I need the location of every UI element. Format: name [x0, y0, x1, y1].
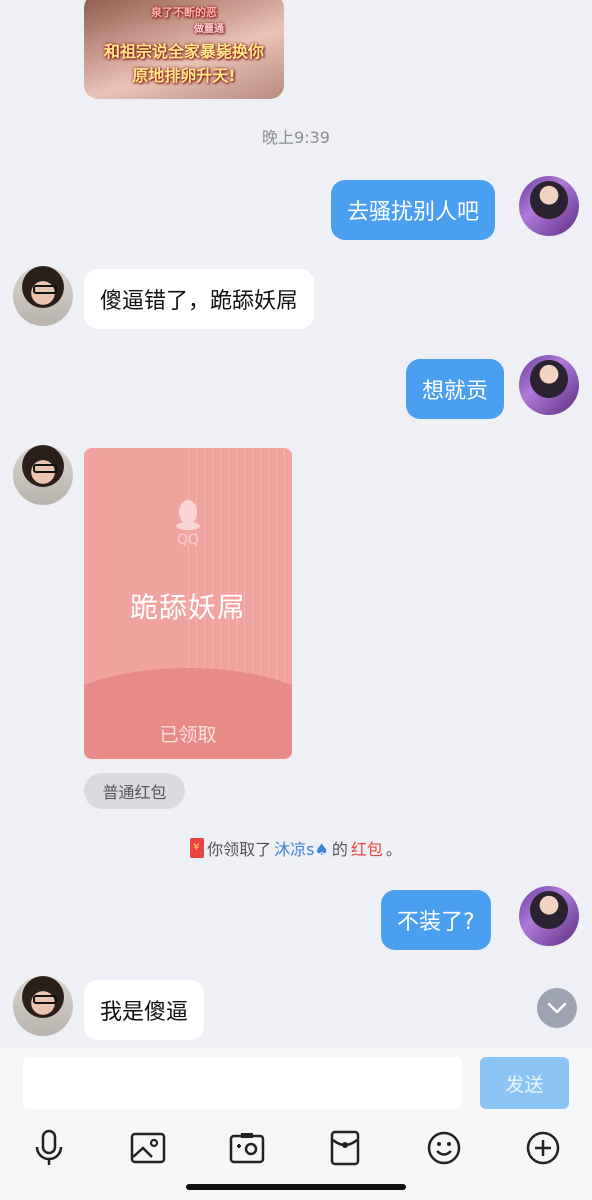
avatar-contact[interactable]	[13, 445, 73, 505]
chevron-down-icon	[547, 1002, 567, 1014]
message-bubble-self[interactable]: 想就贡	[406, 359, 505, 419]
packet-brand: QQ	[176, 532, 200, 548]
plus-icon[interactable]	[523, 1128, 563, 1168]
image-message[interactable]: 泉了不断的恶 做噩通 和祖宗说全家暴毙换你 原地排卵升天!	[84, 0, 284, 99]
image-caption-line1: 泉了不断的恶	[151, 6, 217, 19]
notice-red-packet-link[interactable]: 红包	[351, 836, 383, 860]
image-caption-line2: 做噩通	[194, 24, 224, 35]
avatar-self[interactable]	[519, 176, 579, 236]
avatar-self[interactable]	[519, 886, 579, 946]
message-bubble-self[interactable]: 去骚扰别人吧	[331, 180, 496, 240]
emoji-icon[interactable]	[424, 1128, 464, 1168]
packet-status: 已领取	[159, 724, 217, 746]
scroll-to-bottom-button[interactable]	[537, 988, 577, 1028]
message-bubble-contact[interactable]: 傻逼错了，跪舔妖屌	[84, 269, 315, 329]
red-packet-icon[interactable]	[325, 1128, 365, 1168]
avatar-self[interactable]	[519, 355, 579, 415]
glasses-detail	[33, 285, 57, 294]
send-button[interactable]: 发送	[480, 1057, 569, 1109]
packet-type-tag: 普通红包	[84, 773, 185, 809]
glasses-detail	[33, 995, 57, 1004]
notice-suffix: 。	[385, 840, 402, 859]
camera-icon[interactable]	[227, 1128, 267, 1168]
microphone-icon[interactable]	[29, 1128, 69, 1168]
packet-pattern	[188, 448, 292, 688]
image-caption-line4: 原地排卵升天!	[132, 66, 236, 85]
red-envelope-icon	[190, 838, 205, 858]
photo-icon[interactable]	[128, 1128, 168, 1168]
message-input[interactable]	[23, 1057, 462, 1109]
notice-prefix: 你领取了	[207, 840, 272, 859]
avatar-contact[interactable]	[13, 976, 73, 1036]
qq-penguin-icon	[176, 500, 200, 530]
system-notice: 你领取了沐凉s♠的红包。	[0, 836, 592, 860]
packet-title: 跪舔妖屌	[129, 591, 246, 624]
notice-sender-name[interactable]: 沐凉s♠	[274, 836, 329, 860]
message-timestamp: 晚上9:39	[262, 128, 330, 147]
avatar-contact[interactable]	[13, 266, 73, 326]
image-caption-line3: 和祖宗说全家暴毙换你	[103, 42, 264, 61]
red-packet-card[interactable]: QQ 跪舔妖屌 已领取	[84, 448, 292, 759]
notice-mid: 的	[331, 840, 348, 859]
message-bubble-self[interactable]: 不装了?	[381, 890, 491, 950]
message-bubble-contact[interactable]: 我是傻逼	[84, 980, 205, 1040]
glasses-detail	[33, 464, 57, 473]
home-indicator	[186, 1184, 406, 1190]
